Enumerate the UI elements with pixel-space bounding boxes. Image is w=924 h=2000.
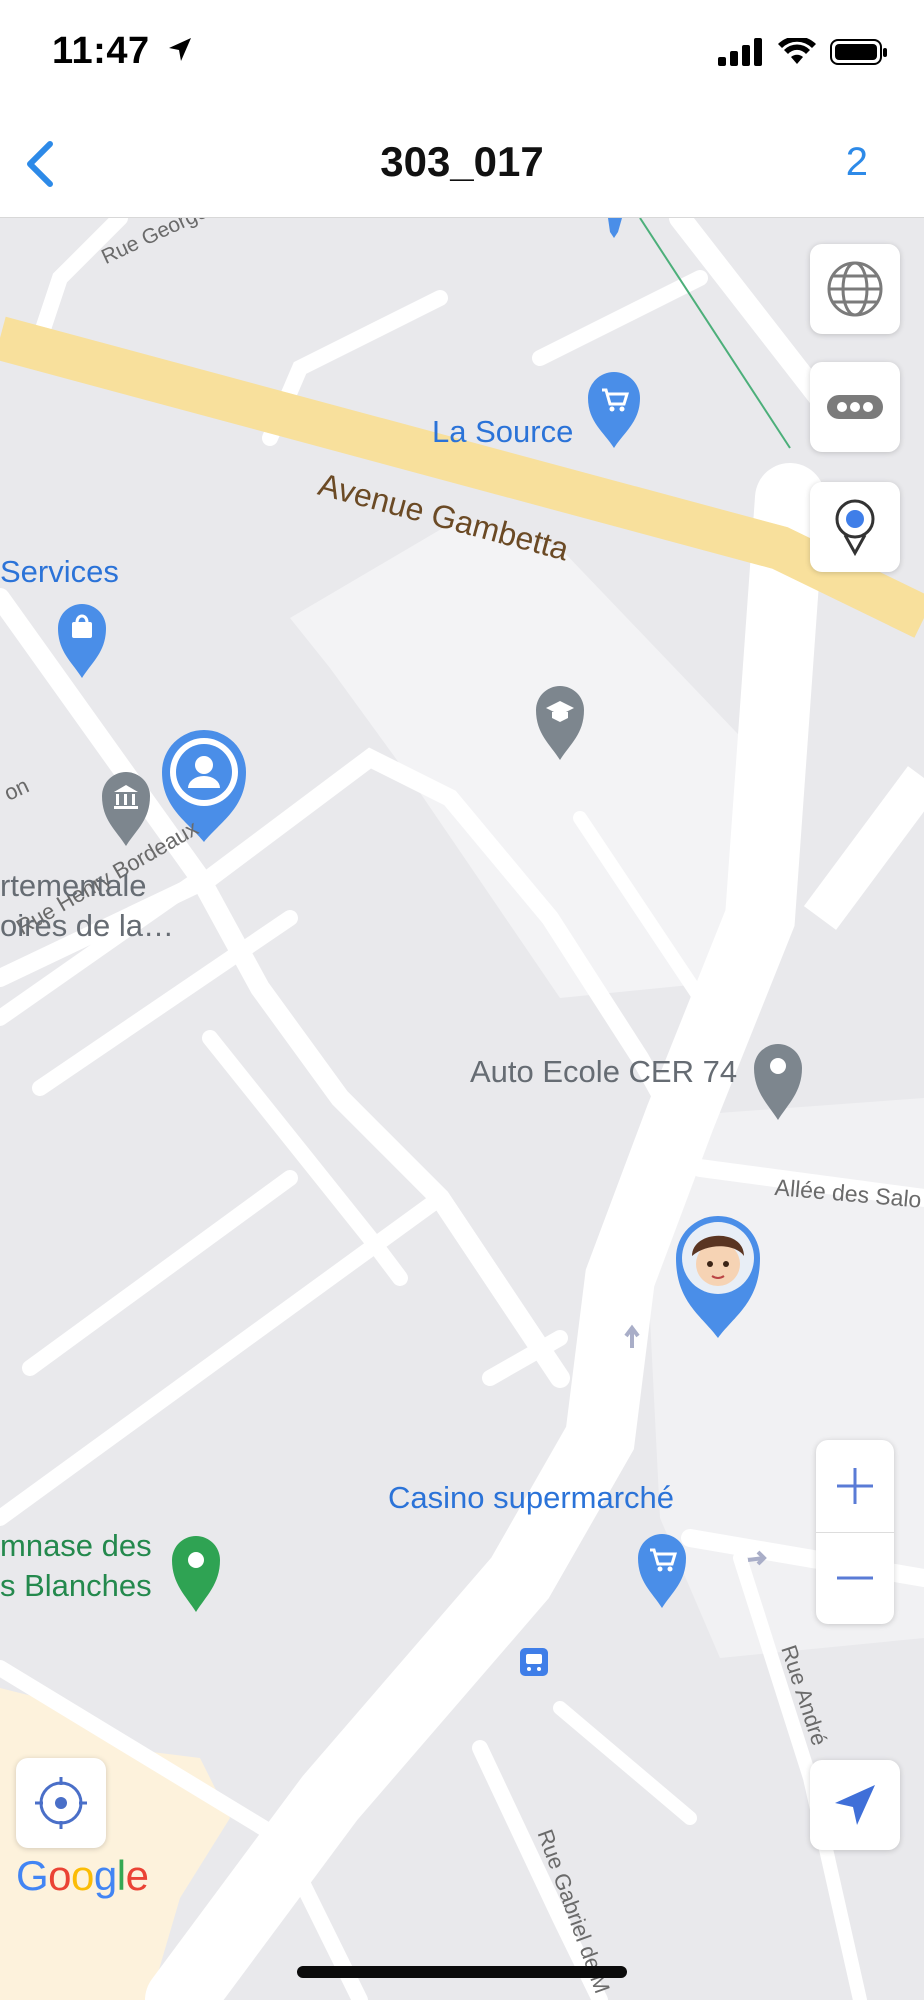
location-arrow-icon (168, 38, 191, 61)
zoom-out-button[interactable] (816, 1533, 894, 1625)
zoom-control (816, 1440, 894, 1624)
place-label[interactable]: s Blanches (0, 1568, 152, 1604)
nav-bar: 303_017 2 (0, 110, 924, 218)
place-label[interactable]: mnase des (0, 1528, 152, 1564)
place-label[interactable]: Auto Ecole CER 74 (470, 1054, 737, 1090)
google-logo: Google (16, 1852, 149, 1899)
locate-pin-button[interactable] (810, 482, 900, 572)
bus-stop-icon[interactable] (520, 1648, 548, 1676)
map-type-button[interactable] (810, 244, 900, 334)
wifi-icon (778, 38, 816, 64)
minus-icon (837, 1576, 873, 1580)
place-label[interactable]: rtementale (0, 868, 146, 904)
location-pin-icon (835, 499, 875, 557)
page-title: 303_017 (380, 138, 544, 185)
more-button[interactable] (810, 362, 900, 452)
place-label[interactable]: La Source (432, 414, 573, 450)
cellular-signal-icon (718, 38, 762, 66)
crosshair-icon (35, 1777, 87, 1829)
navigate-button[interactable] (810, 1760, 900, 1850)
zoom-in-button[interactable] (816, 1440, 894, 1533)
globe-icon (827, 261, 883, 317)
status-icons (718, 38, 888, 66)
map-view[interactable]: Rue Georges Mar Avenue Gambetta Rue Henr… (0, 218, 924, 2000)
place-label[interactable]: Casino supermarché (388, 1480, 674, 1516)
map-canvas (0, 218, 924, 2000)
my-location-button[interactable] (16, 1758, 106, 1848)
place-label[interactable]: oires de la… (0, 908, 174, 944)
navigation-arrow-icon (835, 1785, 875, 1825)
status-bar: 11:47 (0, 0, 924, 110)
place-label[interactable]: Services (0, 554, 119, 590)
count-button[interactable]: 2 (846, 140, 868, 185)
plus-icon (837, 1467, 873, 1504)
status-time: 11:47 (52, 30, 195, 73)
home-indicator[interactable] (297, 1966, 627, 1978)
battery-icon (830, 39, 887, 65)
more-icon (827, 395, 883, 419)
